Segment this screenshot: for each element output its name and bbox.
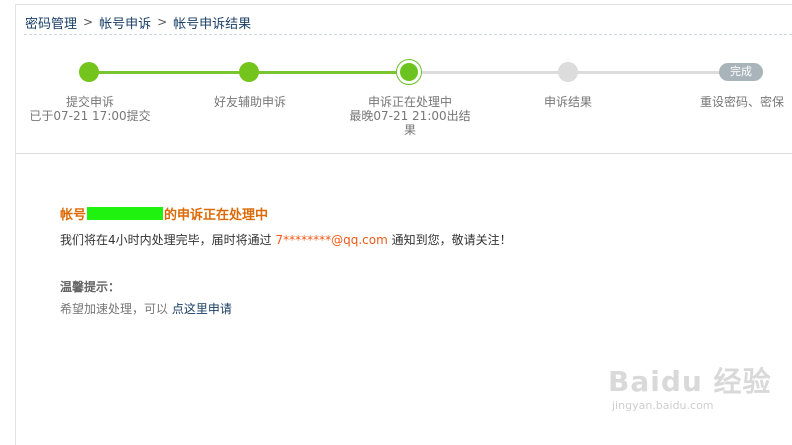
- status-prefix: 帐号: [60, 208, 87, 223]
- step-1-label: 提交申诉 已于07-21 17:00提交: [20, 95, 160, 123]
- notify-text-after: 通知到您，敬请关注！: [391, 233, 512, 247]
- notification-message: 我们将在4小时内处理完毕，届时将通过 7********@qq.com 通知到您…: [60, 231, 512, 248]
- appeal-status-heading: 帐号 的申诉正在处理中: [60, 204, 268, 223]
- complete-badge: 完成: [719, 63, 763, 81]
- step-2-node: [239, 62, 259, 82]
- step-3-label: 申诉正在处理中 最晚07-21 21:00出结 果: [345, 95, 475, 137]
- progress-steps: 完成 提交申诉 已于07-21 17:00提交 好友辅助申诉 申诉正在处理中 最…: [0, 0, 792, 155]
- step-3-sub: 最晚07-21 21:00出结: [349, 109, 471, 123]
- step-2-title: 好友辅助申诉: [213, 95, 286, 109]
- step-5-title: 重设密码、密保: [699, 95, 784, 109]
- masked-account-number: [87, 207, 164, 220]
- step-3-title: 申诉正在处理中: [367, 95, 452, 109]
- tips-description: 希望加速处理，可以: [60, 302, 172, 316]
- apply-speedup-link[interactable]: 点这里申请: [172, 302, 232, 316]
- baidu-watermark-logo: Baidu 经验: [608, 365, 772, 398]
- section-divider: [15, 153, 792, 154]
- step-4-title: 申诉结果: [543, 95, 592, 109]
- step-1-sub: 已于07-21 17:00提交: [29, 109, 151, 123]
- notify-email: 7********@qq.com: [275, 233, 388, 247]
- tips-title: 温馨提示：: [60, 280, 121, 294]
- tips-text: 希望加速处理，可以 点这里申请: [60, 300, 232, 317]
- step-1-node: [79, 62, 99, 82]
- notify-text-before: 我们将在4小时内处理完毕，届时将通过: [60, 233, 276, 247]
- status-suffix: 的申诉正在处理中: [164, 208, 269, 223]
- step-3-sub-wrap: 果: [403, 123, 416, 137]
- step-4-label: 申诉结果: [518, 95, 618, 109]
- step-5-label: 重设密码、密保: [692, 95, 792, 109]
- step-4-node: [558, 62, 578, 82]
- step-3-node-current: [396, 59, 422, 85]
- step-1-title: 提交申诉: [65, 95, 114, 109]
- step-2-label: 好友辅助申诉: [190, 95, 310, 109]
- baidu-watermark-url: jingyan.baidu.com: [612, 399, 714, 412]
